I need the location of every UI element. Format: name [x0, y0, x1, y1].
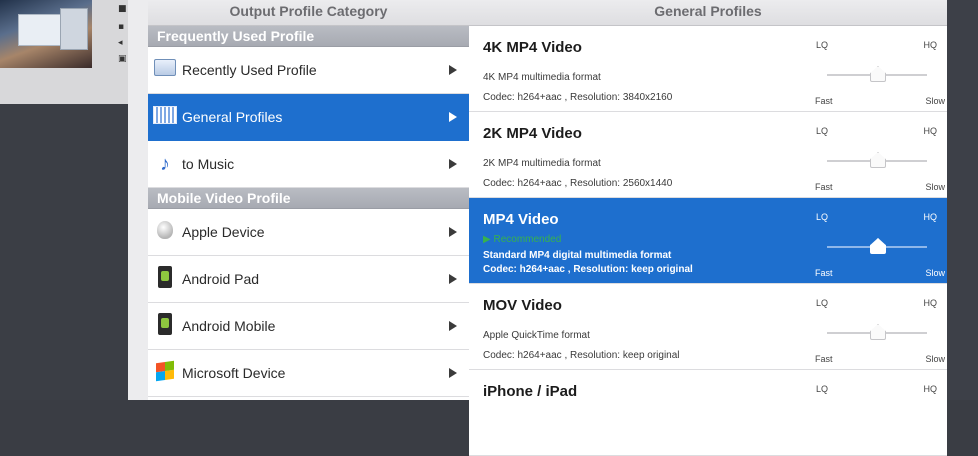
slow-label: Slow [925, 182, 945, 192]
quality-slider-thumb[interactable] [870, 324, 886, 340]
profile-row-2k-mp4[interactable]: 2K MP4 Video 2K MP4 multimedia format Co… [469, 112, 947, 198]
slow-label: Slow [925, 268, 945, 278]
profile-row-4k-mp4[interactable]: 4K MP4 Video 4K MP4 multimedia format Co… [469, 26, 947, 112]
music-note-icon: ♪ [160, 152, 170, 175]
profile-row-iphone-ipad[interactable]: iPhone / iPad LQ HQ [469, 370, 947, 456]
chevron-right-icon [449, 112, 457, 122]
chevron-right-icon [449, 65, 457, 75]
lq-label: LQ [816, 212, 829, 222]
fast-label: Fast [815, 96, 833, 106]
profile-name: MOV Video [483, 297, 562, 314]
slow-label: Slow [925, 354, 945, 364]
category-item-android-pad[interactable]: Android Pad [148, 256, 469, 303]
thumbnail-window-2 [60, 8, 88, 50]
lq-label: LQ [816, 384, 829, 394]
profile-name: iPhone / iPad [483, 383, 578, 400]
profile-row-mp4[interactable]: MP4 Video ▶ Recommended Standard MP4 dig… [469, 198, 947, 284]
profile-codec: Codec: h264+aac , Resolution: 2560x1440 [483, 178, 673, 189]
profile-row-mov[interactable]: MOV Video Apple QuickTime format Codec: … [469, 284, 947, 370]
video-thumbnail [0, 0, 92, 68]
category-item-microsoft-device[interactable]: Microsoft Device [148, 350, 469, 397]
output-profile-category-panel: Output Profile Category Frequently Used … [148, 0, 470, 400]
profile-name: 2K MP4 Video [483, 125, 582, 142]
group-header-mobile-video: Mobile Video Profile [148, 188, 469, 209]
lq-label: LQ [816, 40, 829, 50]
category-item-general-profiles[interactable]: General Profiles [148, 94, 469, 141]
meta-icon: ▣ [118, 54, 127, 64]
sheet-gutter [128, 0, 148, 400]
profile-name: MP4 Video [483, 211, 559, 228]
recent-icon [154, 59, 176, 76]
profile-name: 4K MP4 Video [483, 39, 582, 56]
recommended-label: ▶ Recommended [483, 234, 562, 245]
general-panel-header: General Profiles [469, 0, 947, 26]
meta-icon: ■ [118, 4, 127, 14]
fast-label: Fast [815, 354, 833, 364]
category-item-label: Android Mobile [182, 318, 276, 334]
background-window-right [947, 0, 978, 400]
windows-icon [156, 360, 174, 381]
apple-icon [157, 220, 173, 239]
quality-slider-thumb[interactable] [870, 66, 886, 82]
group-header-frequently-used: Frequently Used Profile [148, 26, 469, 47]
hq-label: HQ [923, 212, 938, 222]
lq-label: LQ [816, 126, 829, 136]
category-panel-header: Output Profile Category [148, 0, 469, 26]
category-item-label: Recently Used Profile [182, 62, 317, 78]
category-item-label: Microsoft Device [182, 365, 286, 381]
profile-codec: Codec: h264+aac , Resolution: keep origi… [483, 350, 680, 361]
android-icon [158, 312, 172, 335]
profile-codec: Codec: h264+aac , Resolution: keep origi… [483, 264, 693, 275]
chevron-right-icon [449, 321, 457, 331]
slow-label: Slow [925, 96, 945, 106]
profile-description: 4K MP4 multimedia format [483, 72, 601, 83]
android-icon [158, 265, 172, 288]
chevron-right-icon [449, 368, 457, 378]
thumbnail-window [18, 14, 64, 46]
profile-description: Apple QuickTime format [483, 330, 590, 341]
chevron-right-icon [449, 227, 457, 237]
hq-label: HQ [923, 384, 938, 394]
general-profiles-panel: General Profiles 4K MP4 Video 4K MP4 mul… [469, 0, 947, 456]
category-item-label: to Music [182, 156, 235, 172]
profile-description: 2K MP4 multimedia format [483, 158, 601, 169]
fast-label: Fast [815, 268, 833, 278]
meta-icon: ▪ [118, 22, 125, 32]
background-dark-area [0, 104, 128, 400]
category-item-apple-device[interactable]: Apple Device [148, 209, 469, 256]
category-item-label: Apple Device [182, 224, 265, 240]
background-window: ■ ▪ ◂ ▣ [0, 0, 148, 400]
category-item-recently-used[interactable]: Recently Used Profile [148, 47, 469, 94]
chevron-right-icon [449, 274, 457, 284]
category-item-to-music[interactable]: ♪ to Music [148, 141, 469, 188]
hq-label: HQ [923, 126, 938, 136]
hq-label: HQ [923, 40, 938, 50]
background-window-area: ■ ▪ ◂ ▣ [0, 0, 128, 104]
meta-icon: ◂ [118, 38, 123, 48]
hq-label: HQ [923, 298, 938, 308]
lq-label: LQ [816, 298, 829, 308]
profile-codec: Codec: h264+aac , Resolution: 3840x2160 [483, 92, 673, 103]
profiles-icon [153, 105, 177, 124]
quality-slider-thumb[interactable] [870, 238, 886, 254]
quality-slider-thumb[interactable] [870, 152, 886, 168]
category-item-android-mobile[interactable]: Android Mobile [148, 303, 469, 350]
profile-description: Standard MP4 digital multimedia format [483, 250, 672, 261]
fast-label: Fast [815, 182, 833, 192]
category-item-label: Android Pad [182, 271, 260, 287]
chevron-right-icon [449, 159, 457, 169]
category-item-label: General Profiles [182, 109, 283, 125]
